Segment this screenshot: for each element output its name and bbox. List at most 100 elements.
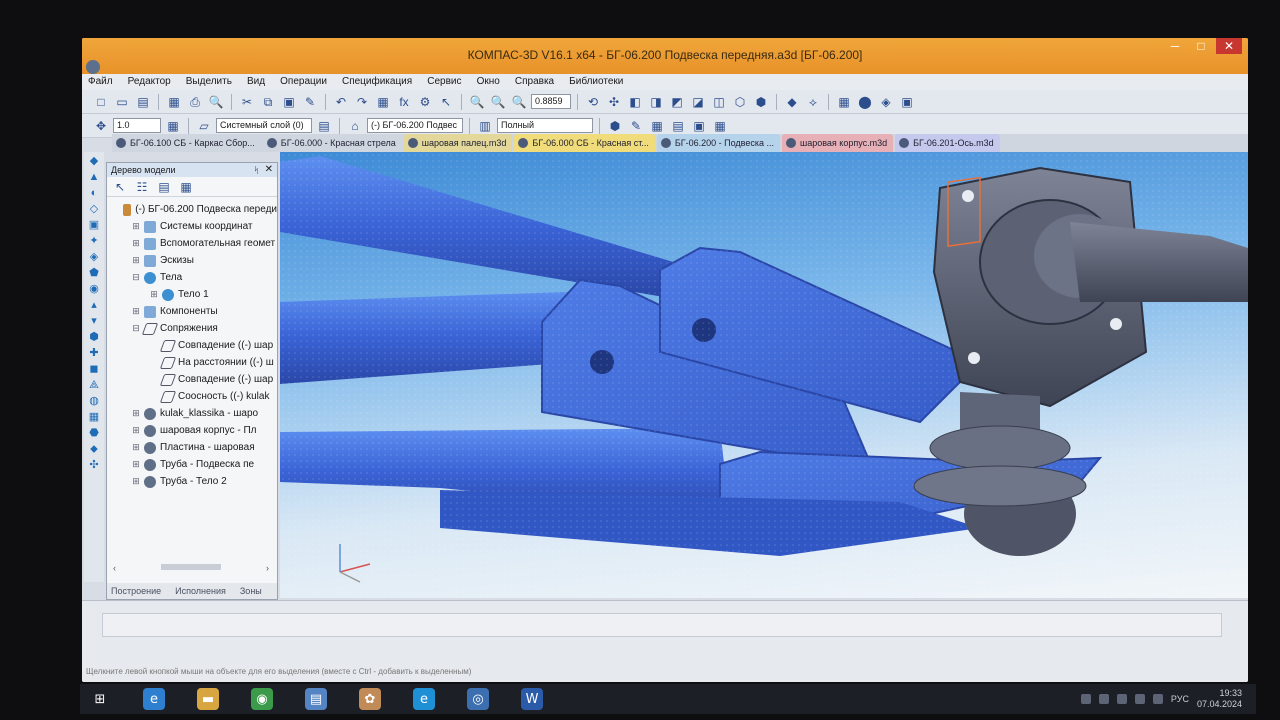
expander-icon[interactable]: ⊞ xyxy=(131,459,141,470)
edit-icon[interactable]: ✎ xyxy=(301,93,319,111)
paste-icon[interactable]: ▣ xyxy=(280,93,298,111)
tree-node[interactable]: Совпадение ((-) шар xyxy=(113,371,277,388)
expander-icon[interactable] xyxy=(149,392,159,402)
expander-icon[interactable]: ⊞ xyxy=(131,442,141,453)
expander-icon[interactable]: ⊞ xyxy=(131,476,141,487)
expander-icon[interactable]: ⊞ xyxy=(131,306,141,317)
compact-tool-icon[interactable]: ⬢ xyxy=(86,330,102,344)
compact-tool-icon[interactable]: ✦ xyxy=(86,234,102,248)
document-tab[interactable]: БГ-06.201-Ось.m3d xyxy=(895,134,1000,152)
filter-icon[interactable]: ▦ xyxy=(835,93,853,111)
redo-icon[interactable]: ↷ xyxy=(353,93,371,111)
help-pointer-icon[interactable]: ↖ xyxy=(437,93,455,111)
mode-icon[interactable]: ▥ xyxy=(476,117,494,135)
tray-icon[interactable] xyxy=(1080,694,1091,704)
network-icon[interactable] xyxy=(1134,694,1145,704)
properties-icon[interactable]: ▤ xyxy=(669,117,687,135)
layer-settings-icon[interactable]: ▤ xyxy=(315,117,333,135)
taskbar-word[interactable]: W xyxy=(512,685,552,713)
compact-tool-icon[interactable]: ✣ xyxy=(86,458,102,472)
tab-construction[interactable]: Построение xyxy=(111,583,161,599)
expander-icon[interactable]: ⊞ xyxy=(131,221,141,232)
zoom-in-icon[interactable]: 🔍 xyxy=(489,93,507,111)
scroll-right-icon[interactable]: › xyxy=(266,563,269,573)
tree-node[interactable]: ⊞ Системы координат xyxy=(113,218,277,235)
undo-icon[interactable]: ↶ xyxy=(332,93,350,111)
menu-operations[interactable]: Операции xyxy=(274,74,333,89)
view-front-icon[interactable]: ◧ xyxy=(626,93,644,111)
menu-view[interactable]: Вид xyxy=(241,74,271,89)
app-icon[interactable] xyxy=(86,60,100,74)
tab-variants[interactable]: Исполнения xyxy=(175,583,226,599)
manager-icon[interactable]: ▦ xyxy=(374,93,392,111)
display-mode-select[interactable]: Полный xyxy=(497,118,593,133)
tree-node[interactable]: ⊟ Тела xyxy=(113,269,277,286)
zoom-input[interactable]: 0.8859 xyxy=(531,94,571,109)
tree-node[interactable]: Соосность ((-) kulak xyxy=(113,388,277,405)
tree-node[interactable]: ⊟ Сопряжения xyxy=(113,320,277,337)
command-line[interactable] xyxy=(102,613,1222,637)
menu-libraries[interactable]: Библиотеки xyxy=(563,74,629,89)
document-tab[interactable]: БГ-06.200 - Подвеска ... xyxy=(656,134,780,152)
compact-tool-icon[interactable]: ⬟ xyxy=(86,266,102,280)
preview-icon[interactable]: 🔍 xyxy=(207,93,225,111)
compact-tool-icon[interactable]: ◍ xyxy=(86,394,102,408)
expander-icon[interactable]: ⊟ xyxy=(131,323,141,334)
taskbar-kompas[interactable]: ◎ xyxy=(458,685,498,713)
compact-tool-icon[interactable]: ⬣ xyxy=(86,426,102,440)
compact-tool-icon[interactable]: ⬥ xyxy=(86,442,102,456)
pan-icon[interactable]: ✣ xyxy=(605,93,623,111)
tray-icon[interactable] xyxy=(1116,694,1127,704)
taskbar-tool[interactable]: ✿ xyxy=(350,685,390,713)
scroll-thumb[interactable] xyxy=(161,564,221,570)
color-icon[interactable]: ⬤ xyxy=(856,93,874,111)
menu-editor[interactable]: Редактор xyxy=(122,74,177,89)
zoom-window-icon[interactable]: 🔍 xyxy=(468,93,486,111)
ball-joint-cap[interactable] xyxy=(929,425,1071,471)
view-right-icon[interactable]: ◪ xyxy=(689,93,707,111)
tree-node[interactable]: ⊞ Труба - Тело 2 xyxy=(113,473,277,490)
expander-icon[interactable] xyxy=(149,341,159,351)
view-left-icon[interactable]: ◩ xyxy=(668,93,686,111)
select-mode-icon[interactable]: ↖ xyxy=(111,178,129,196)
layout-icon[interactable]: ▣ xyxy=(898,93,916,111)
close-panel-icon[interactable]: ✕ xyxy=(265,163,273,177)
menu-file[interactable]: Файл xyxy=(82,74,119,89)
tree-icon[interactable]: ⌂ xyxy=(346,117,364,135)
new-icon[interactable]: □ xyxy=(92,93,110,111)
tree-node[interactable]: На расстоянии ((-) ш xyxy=(113,354,277,371)
menu-select[interactable]: Выделить xyxy=(180,74,238,89)
save-icon[interactable]: ▤ xyxy=(134,93,152,111)
tree-node[interactable]: ⊞ Вспомогательная геомет xyxy=(113,235,277,252)
clock[interactable]: 19:33 07.04.2024 xyxy=(1197,688,1242,710)
grid-toggle-icon[interactable]: ▦ xyxy=(711,117,729,135)
layer-icon[interactable]: ▱ xyxy=(195,117,213,135)
taskbar-folder[interactable]: ▬ xyxy=(188,685,228,713)
volume-icon[interactable] xyxy=(1152,694,1163,704)
settings-icon[interactable]: ⚙ xyxy=(416,93,434,111)
compact-tool-icon[interactable]: ◼ xyxy=(86,362,102,376)
tree-node[interactable]: ⊞ Эскизы xyxy=(113,252,277,269)
expander-icon[interactable]: ⊞ xyxy=(149,289,159,300)
compact-tool-icon[interactable]: ✚ xyxy=(86,346,102,360)
expander-icon[interactable]: ⊞ xyxy=(131,255,141,266)
document-tab[interactable]: БГ-06.000 - Красная стрела xyxy=(262,134,402,152)
document-tab[interactable]: шаровая корпус.m3d xyxy=(782,134,894,152)
menu-window[interactable]: Окно xyxy=(471,74,506,89)
print-icon[interactable]: ⎙ xyxy=(186,93,204,111)
language-indicator[interactable]: РУС xyxy=(1171,694,1189,704)
compact-tool-icon[interactable]: ◇ xyxy=(86,202,102,216)
section-icon[interactable]: ◆ xyxy=(783,93,801,111)
tree-node[interactable]: ⊞ Тело 1 xyxy=(113,286,277,303)
ball-joint-ring[interactable] xyxy=(913,465,1087,507)
tree-view-icon[interactable]: ☷ xyxy=(133,178,151,196)
sketch-icon[interactable]: ✎ xyxy=(627,117,645,135)
grid-icon[interactable]: ▦ xyxy=(165,93,183,111)
tree-node[interactable]: ⊞ Пластина - шаровая xyxy=(113,439,277,456)
maximize-button[interactable]: □ xyxy=(1188,38,1214,54)
view-back-icon[interactable]: ◨ xyxy=(647,93,665,111)
tree-node[interactable]: (-) БГ-06.200 Подвеска переди xyxy=(113,201,277,218)
taskbar-ie[interactable]: e xyxy=(134,685,174,713)
compact-tool-icon[interactable]: ▦ xyxy=(86,410,102,424)
tree-node[interactable]: ⊞ kulak_klassika - шаро xyxy=(113,405,277,422)
